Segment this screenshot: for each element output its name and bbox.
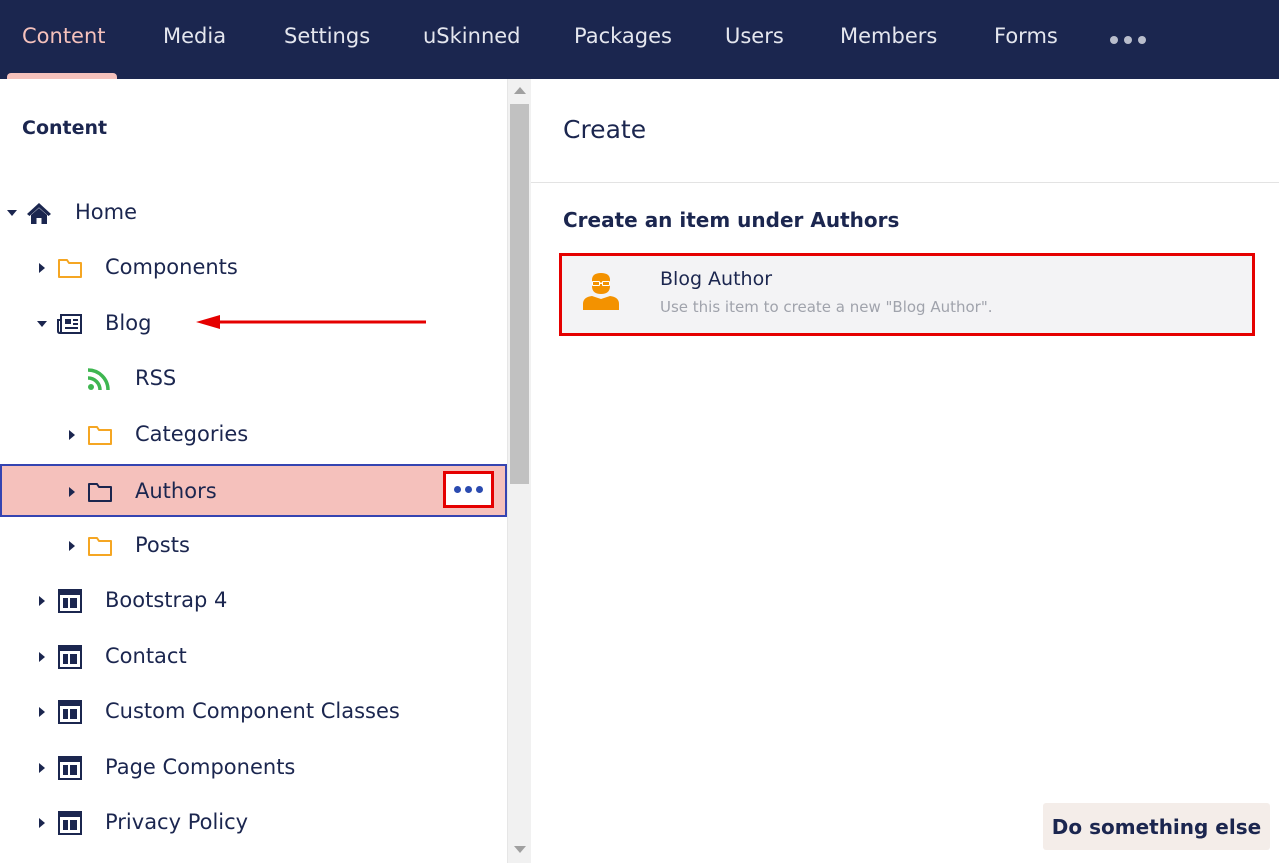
rss-icon: [87, 367, 113, 391]
caret-right-icon[interactable]: [36, 817, 48, 829]
tree-item-authors[interactable]: Authors: [0, 464, 507, 517]
nav-uskinned[interactable]: uSkinned: [423, 22, 521, 50]
newspaper-icon: [57, 312, 83, 336]
tree-item-label: Bootstrap 4: [105, 588, 228, 612]
page-layout-icon: [57, 589, 83, 613]
caret-down-icon[interactable]: [36, 318, 48, 330]
tree-item-label: Contact: [105, 644, 187, 668]
caret-right-icon[interactable]: [36, 595, 48, 607]
tree-item-label: Privacy Policy: [105, 810, 249, 834]
tree-item-contact[interactable]: Contact: [0, 631, 507, 683]
caret-right-icon[interactable]: [66, 486, 78, 498]
tree-item-posts[interactable]: Posts: [0, 520, 507, 572]
create-subtitle: Create an item under Authors: [563, 208, 900, 232]
nav-media[interactable]: Media: [163, 22, 226, 50]
tree-item-label: RSS: [135, 366, 177, 390]
nav-settings[interactable]: Settings: [284, 22, 370, 50]
create-option-blog-author[interactable]: Blog Author Use this item to create a ne…: [559, 253, 1255, 336]
page-layout-icon: [57, 811, 83, 835]
tree-item-components[interactable]: Components: [0, 242, 507, 294]
tree-item-label: Posts: [135, 533, 190, 557]
caret-right-icon[interactable]: [36, 651, 48, 663]
tree-title: Content: [22, 117, 108, 139]
content-tree: Content Home Components Blog RSS Categor…: [0, 79, 507, 863]
tree-item-rss[interactable]: RSS: [0, 353, 507, 405]
folder-icon: [87, 480, 113, 504]
tree-item-categories[interactable]: Categories: [0, 409, 507, 461]
scroll-down-icon[interactable]: [514, 846, 526, 853]
tree-item-bootstrap-4[interactable]: Bootstrap 4: [0, 575, 507, 627]
nav-forms[interactable]: Forms: [994, 22, 1058, 50]
nav-packages[interactable]: Packages: [574, 22, 672, 50]
caret-right-icon[interactable]: [36, 762, 48, 774]
caret-right-icon[interactable]: [66, 429, 78, 441]
caret-down-icon[interactable]: [6, 207, 18, 219]
tree-item-custom-component-classes[interactable]: Custom Component Classes: [0, 686, 507, 738]
user-glasses-icon: [580, 272, 622, 312]
panel-title: Create: [563, 115, 647, 144]
tree-item-label: Authors: [135, 479, 217, 503]
tree-item-label: Custom Component Classes: [105, 699, 400, 723]
nav-members[interactable]: Members: [840, 22, 937, 50]
nav-content[interactable]: Content: [22, 22, 106, 50]
create-panel: Create Create an item under Authors Blog…: [531, 79, 1279, 863]
tree-item-label: Page Components: [105, 755, 296, 779]
nav-users[interactable]: Users: [725, 22, 784, 50]
ellipsis-icon[interactable]: [1110, 32, 1156, 48]
annotation-arrow: [196, 315, 426, 329]
page-layout-icon: [57, 645, 83, 669]
scrollbar-thumb[interactable]: [510, 104, 529, 484]
scroll-up-icon[interactable]: [514, 87, 526, 94]
tree-item-label: Categories: [135, 422, 249, 446]
caret-right-icon[interactable]: [36, 262, 48, 274]
option-description: Use this item to create a new "Blog Auth…: [660, 298, 993, 316]
tree-scrollbar[interactable]: [507, 79, 531, 863]
tree-item-privacy-policy[interactable]: Privacy Policy: [0, 797, 507, 849]
tree-item-home[interactable]: Home: [0, 187, 507, 239]
divider: [531, 182, 1279, 183]
caret-right-icon[interactable]: [66, 540, 78, 552]
option-name: Blog Author: [660, 268, 773, 290]
tree-item-label: Blog: [105, 311, 152, 335]
do-something-else-button[interactable]: Do something else: [1043, 803, 1270, 850]
folder-icon: [57, 256, 83, 280]
folder-icon: [87, 534, 113, 558]
home-icon: [26, 201, 52, 225]
page-layout-icon: [57, 700, 83, 724]
folder-icon: [87, 423, 113, 447]
top-navigation: Content Media Settings uSkinned Packages…: [0, 0, 1279, 79]
caret-right-icon[interactable]: [36, 706, 48, 718]
ellipsis-icon[interactable]: [443, 471, 494, 508]
page-layout-icon: [57, 756, 83, 780]
tree-item-label: Components: [105, 255, 238, 279]
tree-item-page-components[interactable]: Page Components: [0, 742, 507, 794]
tree-item-label: Home: [75, 200, 138, 224]
